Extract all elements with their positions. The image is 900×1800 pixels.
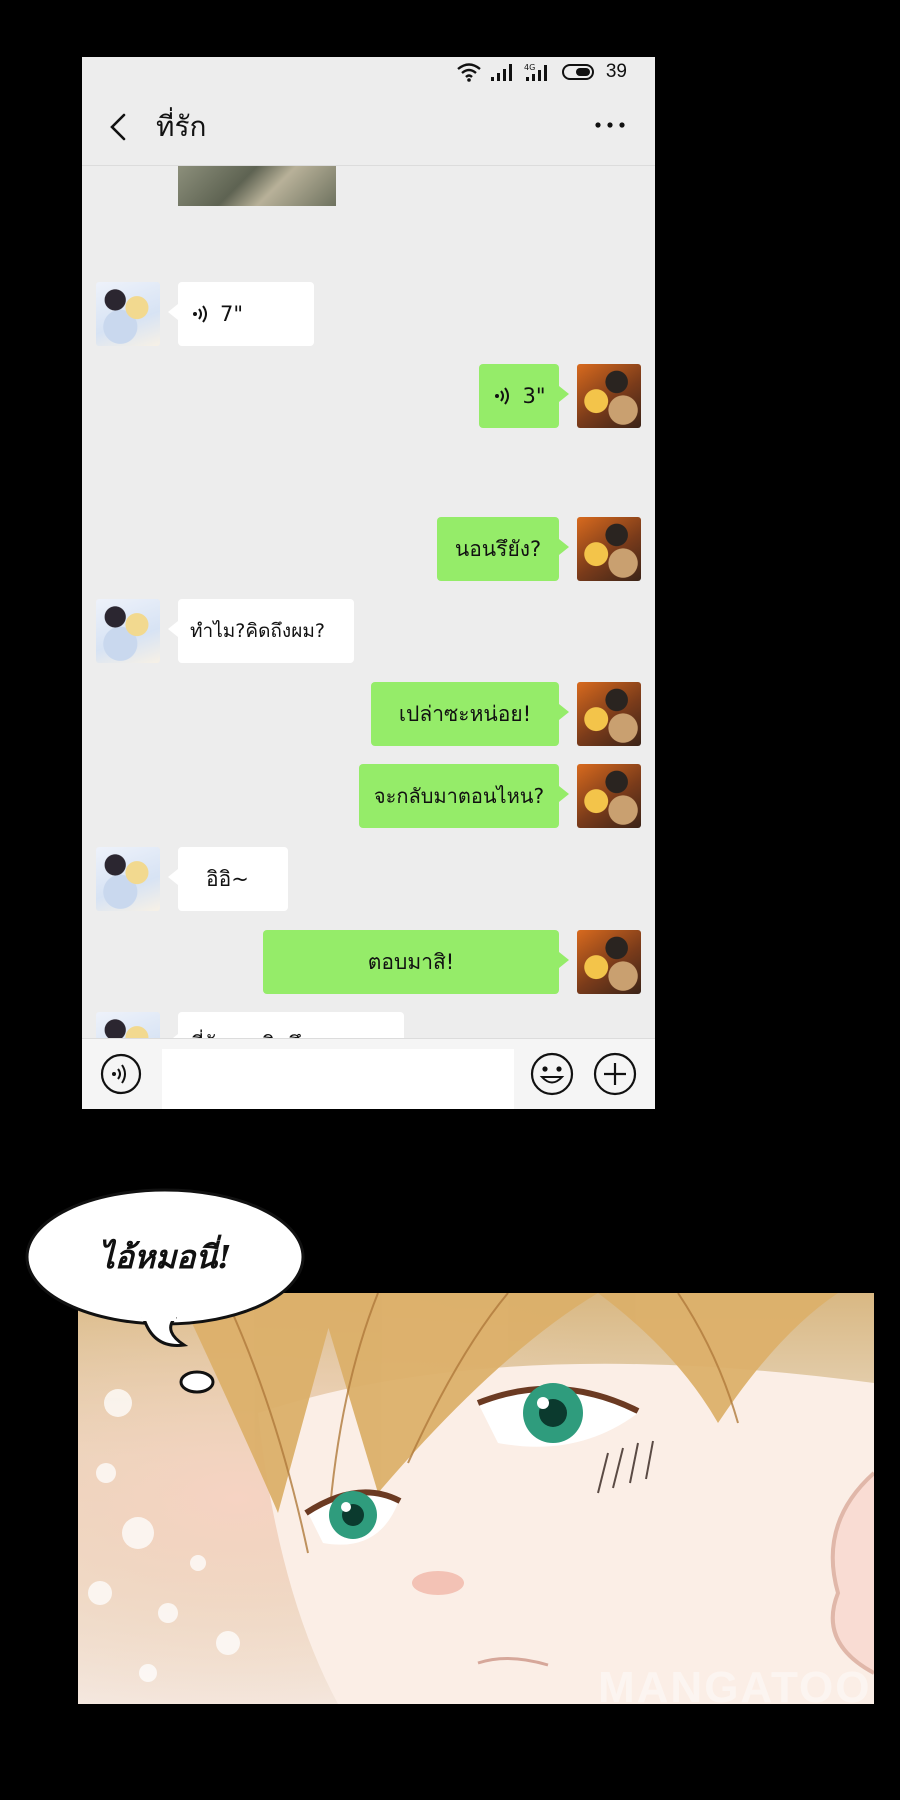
avatar[interactable] [96,599,160,663]
character-face-illustration [78,1293,874,1704]
voice-message-bubble[interactable]: 3" [479,364,569,428]
comic-panel: MANGATOON [78,1293,874,1704]
signal-icon [490,64,512,81]
4g-signal-icon: 4G [524,63,547,81]
message-bubble[interactable]: จะกลับมาตอนไหน? [359,764,569,828]
svg-text:4G: 4G [524,63,535,72]
message-row-sent: เปล่าซะหน่อย! [82,682,655,746]
more-dots-icon[interactable] [593,107,627,143]
voice-message-bubble[interactable]: 7" [168,282,314,346]
message-row-sent: นอนรึยัง? [82,517,655,581]
message-row-sent: ตอบมาสิ! [82,930,655,994]
chat-screen: 4G 39 ที่รัก 7" 3" นอนรึยัง? ทำไม?คิดถึง… [82,57,655,1109]
message-input[interactable] [162,1049,514,1109]
avatar[interactable] [577,364,641,428]
voice-duration: 3" [522,384,546,408]
chevron-left-icon[interactable] [104,109,134,145]
wifi-icon [457,63,481,82]
chat-header: ที่รัก [82,87,655,166]
voice-duration: 7" [220,302,244,326]
avatar[interactable] [577,517,641,581]
avatar[interactable] [577,682,641,746]
message-bubble[interactable]: นอนรึยัง? [437,517,569,581]
watermark: MANGATOON [598,1663,874,1704]
battery-level: 39 [605,61,627,82]
message-row-received: อิอิ~ [82,847,655,911]
voice-input-icon[interactable] [100,1053,142,1095]
status-bar: 4G 39 [82,57,655,87]
message-row-received: ทำไม?คิดถึงผม? [82,599,655,663]
avatar[interactable] [577,764,641,828]
avatar[interactable] [96,847,160,911]
message-bubble[interactable]: เปล่าซะหน่อย! [371,682,569,746]
avatar[interactable] [96,282,160,346]
message-bubble[interactable]: ทำไม?คิดถึงผม? [168,599,354,663]
plus-icon[interactable] [593,1052,637,1096]
message-row-sent: จะกลับมาตอนไหน? [82,764,655,828]
photo-message[interactable] [178,166,336,206]
message-bubble[interactable]: ตอบมาสิ! [263,930,569,994]
contact-name: ที่รัก [156,110,207,143]
emoji-icon[interactable] [530,1052,574,1096]
voice-message-icon [193,305,207,323]
message-list: 7" 3" นอนรึยัง? ทำไม?คิดถึงผม? เปล่าซะหน… [82,166,655,1076]
message-row-received: 7" [82,282,655,346]
thought-bubble-dot [179,1370,215,1394]
message-bubble[interactable]: อิอิ~ [168,847,288,911]
voice-message-icon [495,387,510,405]
avatar[interactable] [577,930,641,994]
input-bar [82,1038,655,1109]
speech-text: ไอ้หมอนี่! [98,1237,232,1276]
message-row-sent: 3" [82,364,655,428]
battery-icon [561,64,594,80]
